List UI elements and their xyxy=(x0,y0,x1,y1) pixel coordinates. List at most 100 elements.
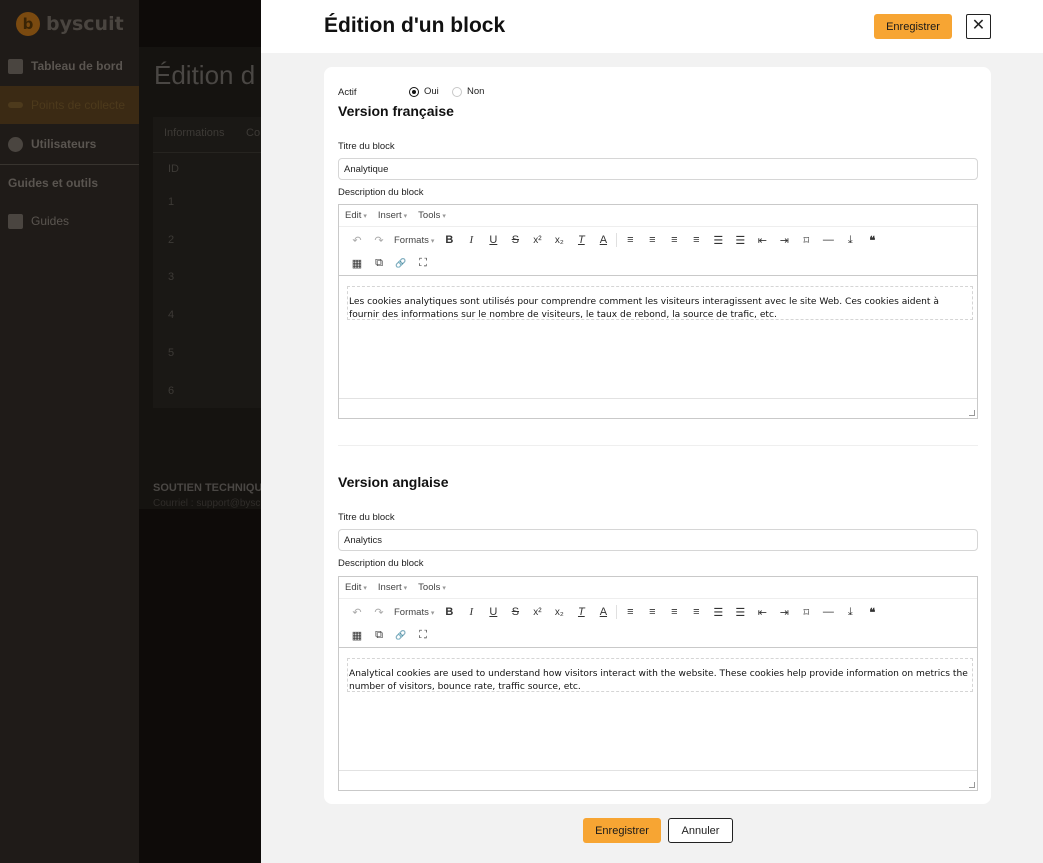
bold-icon[interactable]: B xyxy=(438,231,460,249)
cancel-button[interactable]: Annuler xyxy=(668,818,733,843)
french-title-input[interactable] xyxy=(338,158,978,180)
indent-icon[interactable]: ⇥ xyxy=(773,603,795,621)
strikethrough-icon[interactable]: S xyxy=(504,231,526,249)
blockquote-icon[interactable]: ❝ xyxy=(861,231,883,249)
horizontal-rule-icon[interactable]: — xyxy=(817,231,839,249)
bullet-list-icon[interactable]: ☰ xyxy=(707,603,729,621)
clear-format-icon[interactable]: T xyxy=(570,231,592,249)
numbered-list-icon[interactable]: ☰ xyxy=(729,603,751,621)
menu-edit[interactable]: Edit ▾ xyxy=(345,582,367,593)
formats-dropdown[interactable]: Formats ▾ xyxy=(390,235,438,246)
text-color-icon[interactable]: A xyxy=(592,231,614,249)
align-right-icon[interactable]: ≡ xyxy=(663,231,685,249)
tab-second[interactable]: Co xyxy=(246,127,260,139)
clear-format-icon[interactable]: T xyxy=(570,603,592,621)
brand-logo: b byscuit xyxy=(16,10,124,38)
outdent-icon[interactable]: ⇤ xyxy=(751,603,773,621)
horizontal-rule-icon[interactable]: — xyxy=(817,603,839,621)
underline-icon[interactable]: U xyxy=(482,603,504,621)
section-title-english: Version anglaise xyxy=(338,474,449,490)
sidebar-item-label: Utilisateurs xyxy=(31,137,97,151)
formats-dropdown[interactable]: Formats ▾ xyxy=(390,607,438,618)
text-color-icon[interactable]: A xyxy=(592,603,614,621)
table-header-id: ID xyxy=(168,163,179,175)
align-right-icon[interactable]: ≡ xyxy=(663,603,685,621)
collect-icon xyxy=(8,102,23,108)
fullscreen-icon[interactable]: ⛶ xyxy=(412,254,434,272)
sidebar-section-label: Guides et outils xyxy=(8,176,99,190)
bullet-list-icon[interactable]: ☰ xyxy=(707,231,729,249)
undo-icon[interactable]: ↶ xyxy=(346,231,368,249)
sidebar-item-collect-points[interactable]: Points de collecte xyxy=(0,86,139,124)
tab-informations[interactable]: Informations xyxy=(164,127,225,139)
blockquote-icon[interactable]: ❝ xyxy=(861,603,883,621)
underline-icon[interactable]: U xyxy=(482,231,504,249)
french-title-label: Titre du block xyxy=(338,141,395,152)
link-icon[interactable]: 🔗 xyxy=(390,626,412,644)
guide-icon xyxy=(8,213,23,229)
justify-icon[interactable]: ≡ xyxy=(685,231,707,249)
radio-active-yes[interactable] xyxy=(409,87,419,97)
support-email: Courriel : support@bysc xyxy=(153,498,261,509)
table-row[interactable]: 3 xyxy=(168,271,174,283)
radio-active-no[interactable] xyxy=(452,87,462,97)
table-row[interactable]: 4 xyxy=(168,309,174,321)
menu-insert[interactable]: Insert ▾ xyxy=(378,582,407,593)
menu-insert[interactable]: Insert ▾ xyxy=(378,210,407,221)
table-icon[interactable]: ▦ xyxy=(346,626,368,644)
superscript-icon[interactable]: x² xyxy=(526,231,548,249)
bold-icon[interactable]: B xyxy=(438,603,460,621)
upload-icon[interactable]: ⤓ xyxy=(839,603,861,621)
superscript-icon[interactable]: x² xyxy=(526,603,548,621)
numbered-list-icon[interactable]: ☰ xyxy=(729,231,751,249)
undo-icon[interactable]: ↶ xyxy=(346,603,368,621)
radio-yes-label: Oui xyxy=(424,86,439,97)
dashboard-icon xyxy=(8,58,23,74)
italic-icon[interactable]: I xyxy=(460,603,482,621)
table-row[interactable]: 5 xyxy=(168,347,174,359)
fullscreen-icon[interactable]: ⛶ xyxy=(412,626,434,644)
editor-toolbar: ↶ ↷ Formats ▾ B I U S x² x₂ T A ≡ ≡ ≡ ≡ ☰… xyxy=(339,601,977,623)
link-icon[interactable]: 🔗 xyxy=(390,254,412,272)
menu-edit[interactable]: Edit ▾ xyxy=(345,210,367,221)
sidebar-item-dashboard[interactable]: Tableau de bord xyxy=(0,47,139,85)
redo-icon[interactable]: ↷ xyxy=(368,603,390,621)
subscript-icon[interactable]: x₂ xyxy=(548,603,570,621)
table-row[interactable]: 6 xyxy=(168,385,174,397)
image-icon[interactable]: ⧉ xyxy=(368,626,390,644)
english-title-label: Titre du block xyxy=(338,512,395,523)
subscript-icon[interactable]: x₂ xyxy=(548,231,570,249)
table-row[interactable]: 2 xyxy=(168,234,174,246)
align-left-icon[interactable]: ≡ xyxy=(619,231,641,249)
sidebar-item-users[interactable]: Utilisateurs xyxy=(0,125,139,163)
table-icon[interactable]: ▦ xyxy=(346,254,368,272)
strikethrough-icon[interactable]: S xyxy=(504,603,526,621)
image-icon[interactable]: ⧉ xyxy=(368,254,390,272)
editor-content[interactable]: Analytical cookies are used to understan… xyxy=(347,658,973,692)
section-title-french: Version française xyxy=(338,103,454,119)
bookmark-icon[interactable]: ⌑ xyxy=(795,603,817,621)
toolbar-divider xyxy=(616,605,618,619)
footer-save-button[interactable]: Enregistrer xyxy=(583,818,661,843)
editor-content[interactable]: Les cookies analytiques sont utilisés po… xyxy=(347,286,973,320)
bookmark-icon[interactable]: ⌑ xyxy=(795,231,817,249)
align-center-icon[interactable]: ≡ xyxy=(641,603,663,621)
radio-no-label: Non xyxy=(467,86,485,97)
table-row[interactable]: 1 xyxy=(168,196,174,208)
menu-tools[interactable]: Tools ▾ xyxy=(418,210,446,221)
justify-icon[interactable]: ≡ xyxy=(685,603,707,621)
sidebar-item-guides[interactable]: Guides xyxy=(0,202,139,240)
italic-icon[interactable]: I xyxy=(460,231,482,249)
menu-tools[interactable]: Tools ▾ xyxy=(418,582,446,593)
outdent-icon[interactable]: ⇤ xyxy=(751,231,773,249)
resize-handle-icon[interactable] xyxy=(969,782,975,788)
align-left-icon[interactable]: ≡ xyxy=(619,603,641,621)
save-button[interactable]: Enregistrer xyxy=(874,14,952,39)
indent-icon[interactable]: ⇥ xyxy=(773,231,795,249)
redo-icon[interactable]: ↷ xyxy=(368,231,390,249)
upload-icon[interactable]: ⤓ xyxy=(839,231,861,249)
close-button[interactable]: ✕ xyxy=(966,14,991,39)
english-title-input[interactable] xyxy=(338,529,978,551)
resize-handle-icon[interactable] xyxy=(969,410,975,416)
align-center-icon[interactable]: ≡ xyxy=(641,231,663,249)
